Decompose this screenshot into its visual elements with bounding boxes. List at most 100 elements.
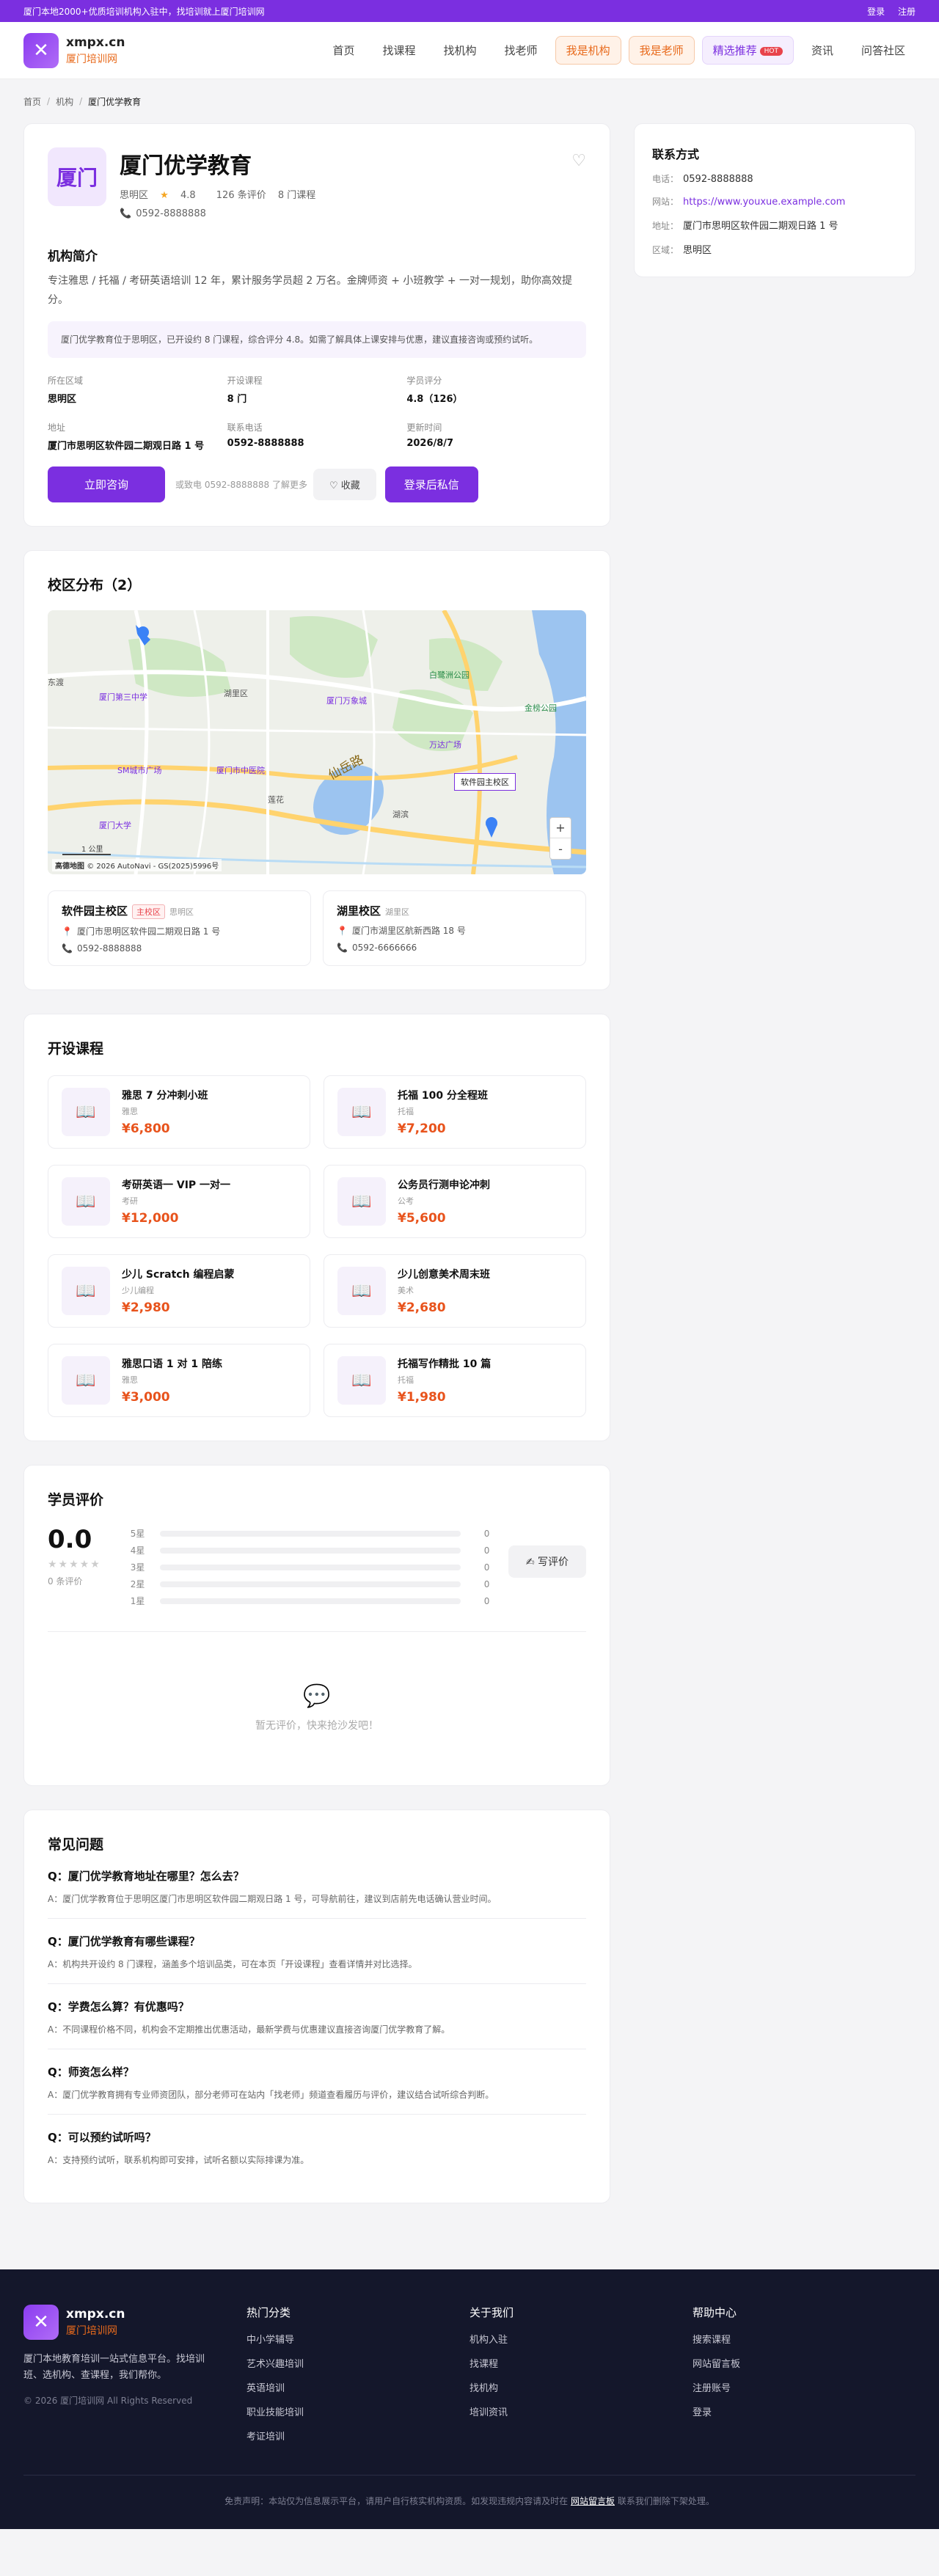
campus-title: 校区分布（2） xyxy=(48,577,142,593)
course-list: 📖 雅思 7 分冲刺小班 雅思 ¥6,800 📖 托福 100 分全程班 托福 ¥7,200… xyxy=(48,1075,586,1417)
breadcrumb-orgs[interactable]: 机构 xyxy=(56,95,73,108)
footer-link[interactable]: 找课程 xyxy=(470,2356,693,2370)
map-label: 厦门万象城 xyxy=(326,696,367,706)
contact-website-link[interactable]: https://www.youxue.example.com xyxy=(683,197,845,208)
top-register-link[interactable]: 注册 xyxy=(898,7,916,17)
course-item[interactable]: 📖 公务员行测申论冲刺 公考 ¥5,600 xyxy=(324,1165,586,1238)
book-icon: 📖 xyxy=(62,1177,110,1226)
hot-badge: HOT xyxy=(759,46,783,56)
favorite-button[interactable]: ♡ 收藏 xyxy=(313,469,376,500)
footer-link[interactable]: 考证培训 xyxy=(246,2429,470,2443)
campus-item[interactable]: 湖里校区 湖里区 📍 厦门市湖里区航新西路 18 号 📞 0592-6666666 xyxy=(323,890,586,966)
footer-link[interactable]: 找机构 xyxy=(470,2380,693,2394)
map-campus-marker[interactable]: 软件园主校区 xyxy=(454,773,516,791)
write-review-button[interactable]: ✍ 写评价 xyxy=(508,1545,586,1578)
course-item[interactable]: 📖 考研英语一 VIP 一对一 考研 ¥12,000 xyxy=(48,1165,310,1238)
footer-link[interactable]: 艺术兴趣培训 xyxy=(246,2356,470,2370)
phone-icon: 📞 xyxy=(62,943,73,954)
contact-address-row: 地址： 厦门市思明区软件园二期观日路 1 号 xyxy=(652,218,897,232)
fact-value: 2026/8/7 xyxy=(406,438,454,449)
course-price: ¥2,980 xyxy=(122,1300,170,1315)
contact-address: 厦门市思明区软件园二期观日路 1 号 xyxy=(683,221,838,232)
heart-icon[interactable]: ♡ xyxy=(571,152,586,170)
fact-value: 4.8（126） xyxy=(406,394,463,405)
fact-value: 0592-8888888 xyxy=(227,438,304,449)
course-item[interactable]: 📖 雅思 7 分冲刺小班 雅思 ¥6,800 xyxy=(48,1075,310,1149)
top-login-link[interactable]: 登录 xyxy=(867,7,885,17)
zoom-in-button[interactable]: + xyxy=(550,818,571,838)
faq-answer: A：厦门优学教育拥有专业师资团队，部分老师可在站内「找老师」频道查看履历与评价，… xyxy=(48,2090,494,2100)
breadcrumb-home[interactable]: 首页 xyxy=(23,95,41,108)
footer-link[interactable]: 机构入驻 xyxy=(470,2332,693,2346)
org-phone-value[interactable]: 0592-8888888 xyxy=(136,208,206,219)
faq-item: Q：厦门优学教育地址在哪里？怎么去？ A：厦门优学教育位于思明区厦门市思明区软件园… xyxy=(48,1868,586,1919)
course-name: 考研英语一 VIP 一对一 xyxy=(122,1179,231,1191)
rating-bar-track xyxy=(159,1564,461,1570)
site-footer: ✕ xmpx.cn 厦门培训网 厦门本地教育培训一站式信息平台。找培训班、选机构… xyxy=(0,2269,939,2529)
footer-link[interactable]: 网站留言板 xyxy=(693,2356,916,2370)
contact-area: 思明区 xyxy=(683,245,712,256)
campus-phone-row: 📞 0592-8888888 xyxy=(62,943,297,954)
course-name: 少儿 Scratch 编程启蒙 xyxy=(122,1269,235,1281)
course-item[interactable]: 📖 雅思口语 1 对 1 陪练 雅思 ¥3,000 xyxy=(48,1344,310,1417)
nav-news[interactable]: 资讯 xyxy=(801,37,844,64)
nav-teachers[interactable]: 找老师 xyxy=(494,37,548,64)
contact-title: 联系方式 xyxy=(652,147,700,161)
map-copyright: 高德地图 © 2026 AutoNavi - GS(2025)5996号 xyxy=(52,859,222,871)
login-to-message-button[interactable]: 登录后私信 xyxy=(384,466,478,502)
footer-link[interactable]: 中小学辅导 xyxy=(246,2332,470,2346)
review-card: 学员评价 0.0 ★★★★★ 0 条评价 5星 0 4星 0 3星 0 2星 0 1星 0… xyxy=(23,1465,610,1786)
org-actions: 立即咨询 或致电 0592-8888888 了解更多 ♡ 收藏 登录后私信 xyxy=(48,466,586,502)
campus-address: 厦门市思明区软件园二期观日路 1 号 xyxy=(76,926,221,937)
course-text: 少儿创意美术周末班 美术 ¥2,680 xyxy=(398,1267,490,1315)
contact-site-key: 网站： xyxy=(652,197,679,207)
course-text: 少儿 Scratch 编程启蒙 少儿编程 ¥2,980 xyxy=(122,1267,234,1315)
campus-phone[interactable]: 0592-6666666 xyxy=(352,943,417,953)
map-label: 白鹭洲公园 xyxy=(429,670,470,680)
campus-address-row: 📍 厦门市思明区软件园二期观日路 1 号 xyxy=(62,925,297,937)
book-icon: 📖 xyxy=(337,1356,386,1405)
consult-button[interactable]: 立即咨询 xyxy=(48,466,166,502)
footer-logo[interactable]: ✕ xmpx.cn 厦门培训网 xyxy=(23,2305,246,2340)
footer-link[interactable]: 英语培训 xyxy=(246,2380,470,2394)
nav-qa[interactable]: 问答社区 xyxy=(851,37,916,64)
faq-question: Q：学费怎么算？有优惠吗？ xyxy=(48,2000,189,2013)
course-item[interactable]: 📖 少儿创意美术周末班 美术 ¥2,680 xyxy=(324,1254,586,1328)
zoom-out-button[interactable]: - xyxy=(550,838,571,859)
footer-link[interactable]: 培训资讯 xyxy=(470,2404,693,2418)
nav-featured[interactable]: 精选推荐 HOT xyxy=(701,36,794,65)
breadcrumb-separator: / xyxy=(79,96,83,106)
campus-phone[interactable]: 0592-8888888 xyxy=(77,943,142,954)
star-icon: ★ xyxy=(160,190,169,201)
rating-bar-track xyxy=(159,1581,461,1587)
course-item[interactable]: 📖 托福写作精批 10 篇托福 ¥1,980 xyxy=(324,1344,586,1417)
review-count: 0 条评价 xyxy=(48,1576,83,1587)
map-label: 东渡 xyxy=(48,678,64,687)
org-phone: 📞 0592-8888888 xyxy=(120,208,324,219)
campus-item[interactable]: 软件园主校区 主校区 思明区 📍 厦门市思明区软件园二期观日路 1 号 📞 0592-8… xyxy=(48,890,311,966)
contact-phone[interactable]: 0592-8888888 xyxy=(683,174,753,185)
nav-orgs[interactable]: 找机构 xyxy=(434,37,487,64)
campus-map[interactable]: 厦门第三中学 湖里区 厦门万象城 白鹭洲公园 万达广场 SM城市广场 厦门市中医… xyxy=(48,610,586,874)
rating-bar-count: 0 xyxy=(483,1562,490,1573)
logo-domain: xmpx.cn xyxy=(66,34,125,50)
footer-link[interactable]: 登录 xyxy=(693,2404,916,2418)
course-item[interactable]: 📖 托福 100 分全程班 托福 ¥7,200 xyxy=(324,1075,586,1149)
fact-item: 联系电话 0592-8888888 xyxy=(227,421,407,452)
course-item[interactable]: 📖 少儿 Scratch 编程启蒙 少儿编程 ¥2,980 xyxy=(48,1254,310,1328)
org-name: 厦门优学教育 xyxy=(120,153,252,179)
nav-i-am-teacher[interactable]: 我是老师 xyxy=(628,36,695,65)
campus-name: 软件园主校区 xyxy=(62,904,128,918)
nav-courses[interactable]: 找课程 xyxy=(373,37,426,64)
site-logo[interactable]: ✕ xmpx.cn 厦门培训网 xyxy=(23,32,125,68)
footer-link[interactable]: 注册账号 xyxy=(693,2380,916,2394)
disclaimer-guestbook-link[interactable]: 网站留言板 xyxy=(571,2496,615,2506)
footer-link[interactable]: 职业技能培训 xyxy=(246,2404,470,2418)
footer-link[interactable]: 搜索课程 xyxy=(693,2332,916,2346)
nav-i-am-org[interactable]: 我是机构 xyxy=(555,36,621,65)
map-brand: 高德地图 xyxy=(55,863,84,871)
map-label: 厦门第三中学 xyxy=(99,692,147,702)
campus-address-row: 📍 厦门市湖里区航新西路 18 号 xyxy=(337,924,572,937)
nav-home[interactable]: 首页 xyxy=(323,37,365,64)
intro-note: 厦门优学教育位于思明区，已开设约 8 门课程，综合评分 4.8。如需了解具体上课… xyxy=(48,321,586,358)
